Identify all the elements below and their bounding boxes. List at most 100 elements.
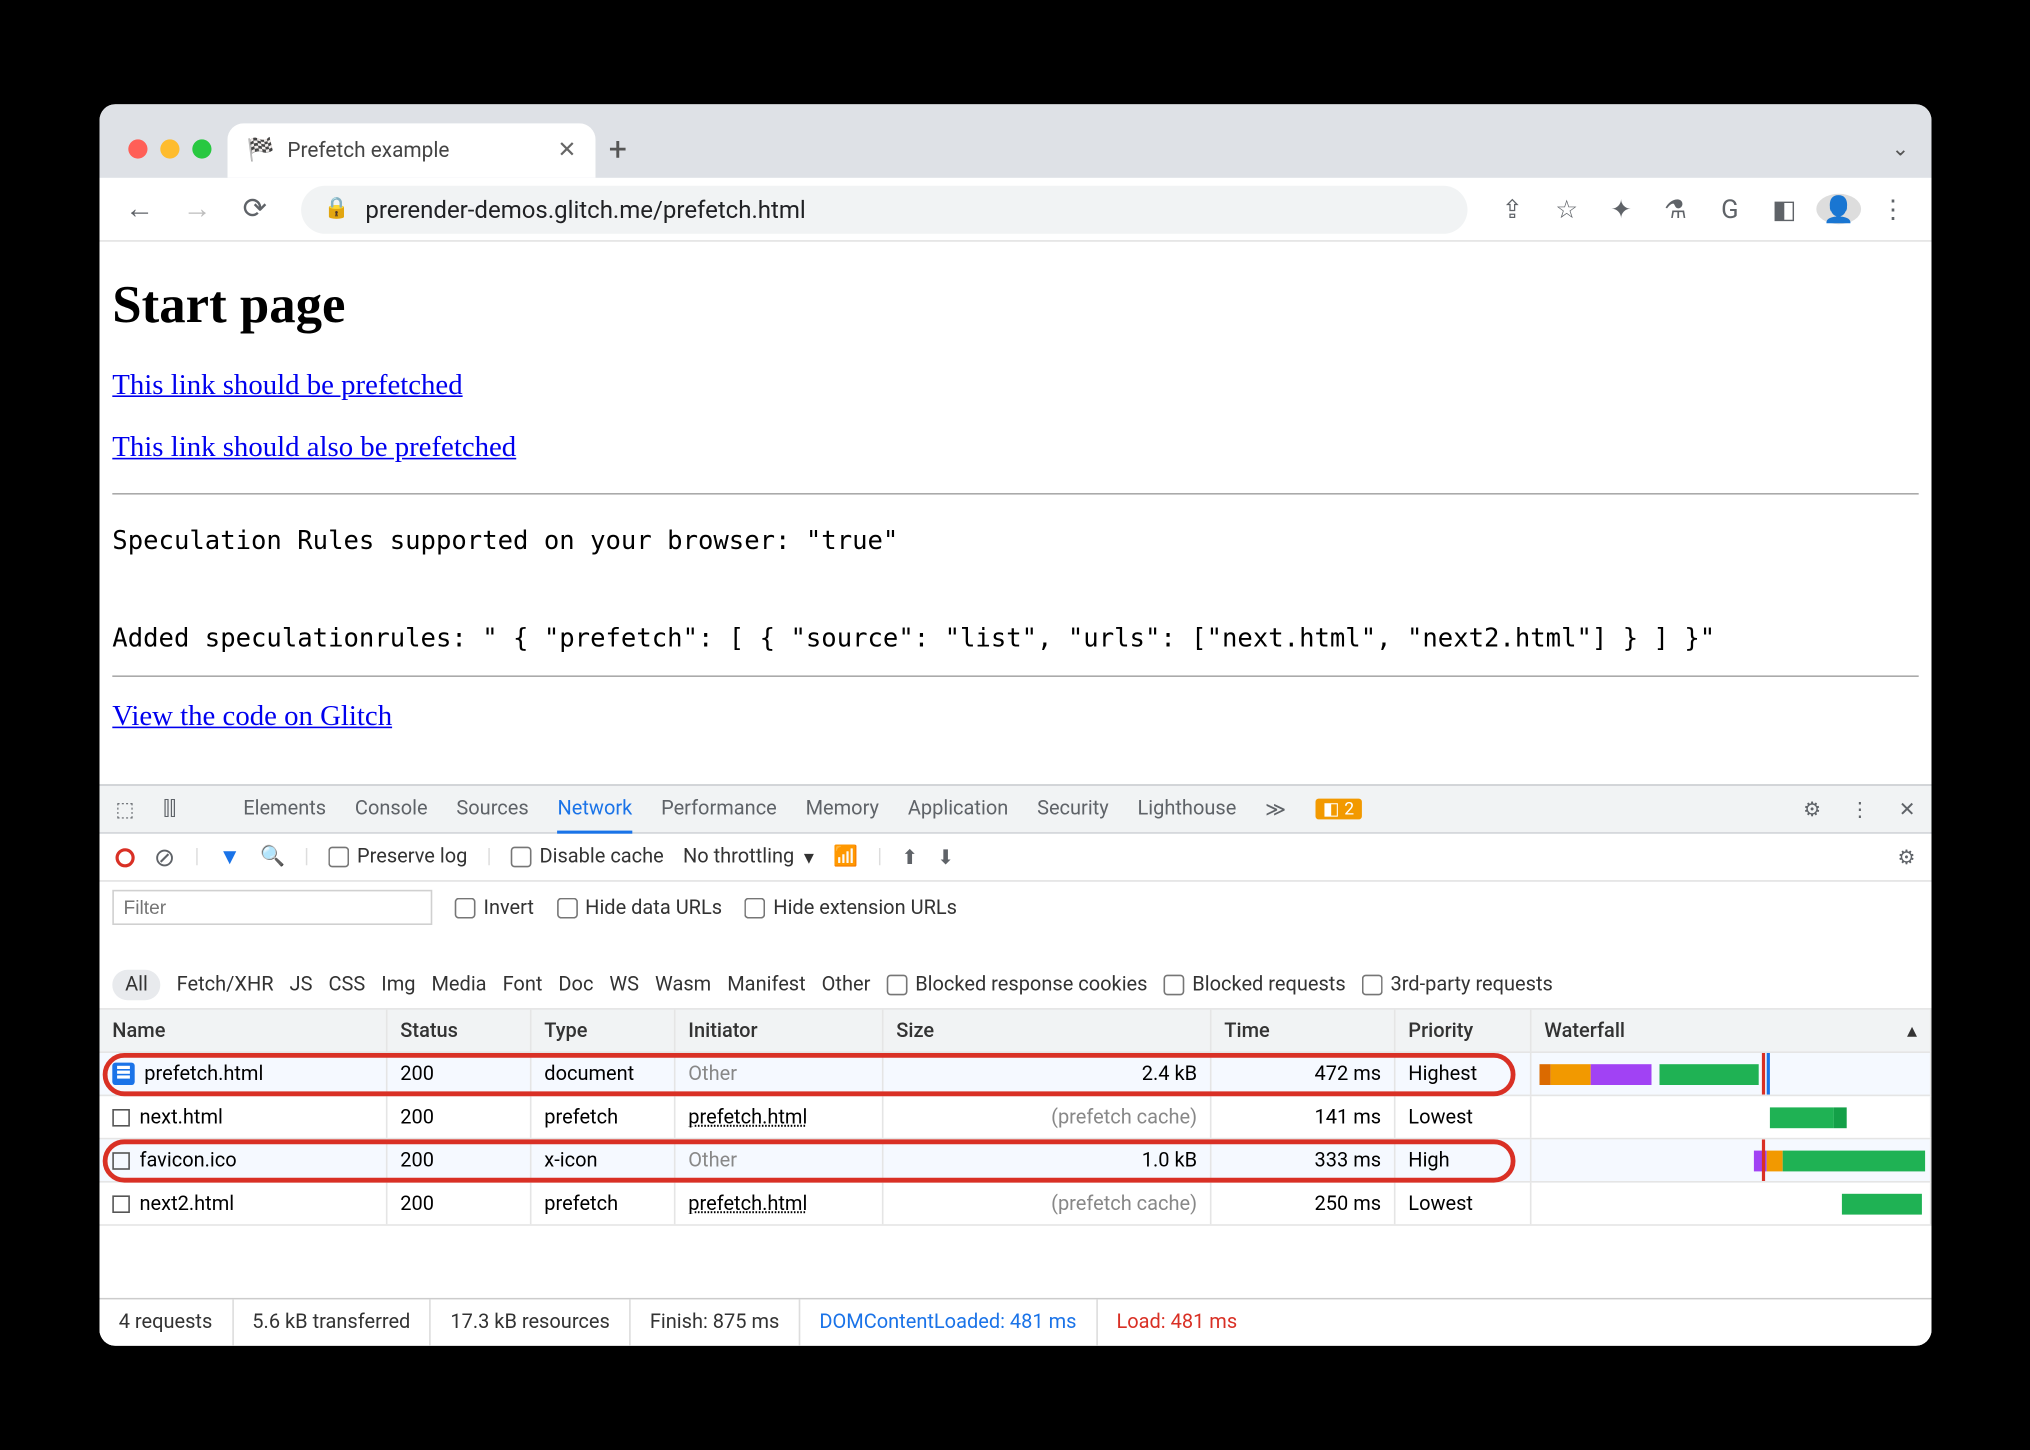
- maximize-window-button[interactable]: [192, 139, 211, 158]
- filter-js[interactable]: JS: [289, 973, 312, 997]
- cell-time: 472 ms: [1211, 1053, 1395, 1095]
- cell-status: 200: [387, 1096, 531, 1138]
- col-time[interactable]: Time: [1211, 1010, 1395, 1052]
- close-window-button[interactable]: [128, 139, 147, 158]
- cell-waterfall: [1531, 1183, 1931, 1225]
- tab-performance[interactable]: Performance: [661, 797, 777, 821]
- clear-button[interactable]: ⊘: [153, 842, 174, 872]
- hide-extension-urls-checkbox[interactable]: Hide extension URLs: [744, 896, 957, 920]
- preserve-log-checkbox[interactable]: Preserve log: [328, 845, 467, 869]
- tab-list-button[interactable]: ⌄: [1891, 138, 1908, 178]
- page-content: Start page This link should be prefetche…: [99, 242, 1931, 785]
- col-type[interactable]: Type: [531, 1010, 675, 1052]
- cell-initiator: Other: [688, 1062, 737, 1086]
- import-har-icon[interactable]: ⬆: [901, 844, 918, 870]
- glitch-link[interactable]: View the code on Glitch: [112, 700, 1918, 734]
- cell-initiator[interactable]: prefetch.html: [688, 1105, 807, 1129]
- filter-input[interactable]: [112, 890, 432, 925]
- divider: [112, 493, 1918, 495]
- filter-fetch[interactable]: Fetch/XHR: [176, 973, 273, 997]
- prefetch-link-1[interactable]: This link should be prefetched: [112, 368, 1918, 402]
- minimize-window-button[interactable]: [160, 139, 179, 158]
- network-row[interactable]: prefetch.html200documentOther2.4 kB472 m…: [99, 1053, 1931, 1096]
- tab-elements[interactable]: Elements: [243, 797, 326, 821]
- extensions-button[interactable]: ✦: [1598, 194, 1643, 224]
- close-devtools-button[interactable]: ✕: [1898, 796, 1915, 822]
- devtools-menu[interactable]: ⋮: [1849, 796, 1869, 822]
- inspect-icon[interactable]: ⬚: [115, 796, 134, 822]
- issues-badge[interactable]: ◧ 2: [1314, 799, 1361, 820]
- side-panel-button[interactable]: ◧: [1761, 194, 1806, 224]
- back-button[interactable]: ←: [115, 192, 163, 226]
- cell-time: 141 ms: [1211, 1096, 1395, 1138]
- blocked-cookies-checkbox[interactable]: Blocked response cookies: [886, 973, 1147, 997]
- cell-priority: Highest: [1395, 1053, 1531, 1095]
- new-tab-button[interactable]: +: [595, 130, 640, 178]
- tab-lighthouse[interactable]: Lighthouse: [1137, 797, 1236, 821]
- hide-data-urls-checkbox[interactable]: Hide data URLs: [556, 896, 722, 920]
- bookmark-button[interactable]: ☆: [1544, 194, 1589, 224]
- device-icon[interactable]: ⫿⫿: [163, 797, 176, 821]
- network-grid: Name Status Type Initiator Size Time Pri…: [99, 1010, 1931, 1298]
- filter-ws[interactable]: WS: [609, 973, 639, 997]
- cell-name: favicon.ico: [139, 1148, 236, 1172]
- tab-favicon: 🏁: [246, 138, 274, 164]
- prefetch-link-2[interactable]: This link should also be prefetched: [112, 431, 1918, 465]
- menu-button[interactable]: ⋮: [1870, 194, 1915, 224]
- filter-font[interactable]: Font: [502, 973, 542, 997]
- more-tabs-button[interactable]: ≫: [1265, 796, 1286, 822]
- network-conditions-icon[interactable]: 📶: [833, 845, 858, 869]
- cell-initiator[interactable]: prefetch.html: [688, 1192, 807, 1216]
- tab-security[interactable]: Security: [1037, 797, 1109, 821]
- filter-css[interactable]: CSS: [328, 973, 365, 997]
- tab-sources[interactable]: Sources: [456, 797, 528, 821]
- summary-finish: Finish: 875 ms: [630, 1299, 800, 1345]
- blocked-requests-checkbox[interactable]: Blocked requests: [1163, 973, 1345, 997]
- search-icon[interactable]: 🔍: [260, 845, 285, 869]
- filter-media[interactable]: Media: [431, 973, 486, 997]
- network-row[interactable]: next.html200prefetchprefetch.html(prefet…: [99, 1096, 1931, 1139]
- summary-dcl: DOMContentLoaded: 481 ms: [800, 1299, 1097, 1345]
- col-initiator[interactable]: Initiator: [675, 1010, 883, 1052]
- labs-button[interactable]: ⚗: [1653, 194, 1698, 224]
- tab-console[interactable]: Console: [354, 797, 427, 821]
- network-row[interactable]: next2.html200prefetchprefetch.html(prefe…: [99, 1183, 1931, 1226]
- grid-header: Name Status Type Initiator Size Time Pri…: [99, 1010, 1931, 1053]
- forward-button[interactable]: →: [173, 192, 221, 226]
- filter-other[interactable]: Other: [821, 973, 870, 997]
- network-settings-icon[interactable]: ⚙: [1897, 844, 1915, 870]
- network-row[interactable]: favicon.ico200x-iconOther1.0 kB333 msHig…: [99, 1140, 1931, 1183]
- filter-doc[interactable]: Doc: [558, 973, 593, 997]
- export-har-icon[interactable]: ⬇: [937, 844, 954, 870]
- throttling-select[interactable]: No throttling ▾: [682, 844, 813, 870]
- filter-manifest[interactable]: Manifest: [727, 973, 805, 997]
- cell-time: 250 ms: [1211, 1183, 1395, 1225]
- disable-cache-checkbox[interactable]: Disable cache: [510, 845, 663, 869]
- cell-size: (prefetch cache): [883, 1183, 1211, 1225]
- col-name[interactable]: Name: [99, 1010, 387, 1052]
- third-party-checkbox[interactable]: 3rd-party requests: [1361, 973, 1552, 997]
- col-status[interactable]: Status: [387, 1010, 531, 1052]
- filter-toggle[interactable]: ▼: [218, 844, 240, 871]
- record-button[interactable]: [115, 848, 134, 867]
- filter-img[interactable]: Img: [381, 973, 415, 997]
- invert-checkbox[interactable]: Invert: [454, 896, 533, 920]
- tab-application[interactable]: Application: [907, 797, 1007, 821]
- share-button[interactable]: ⇪: [1489, 194, 1534, 224]
- col-waterfall[interactable]: Waterfall▴: [1531, 1010, 1931, 1052]
- close-tab-button[interactable]: ✕: [557, 138, 576, 164]
- tab-memory[interactable]: Memory: [805, 797, 878, 821]
- settings-icon[interactable]: ⚙: [1803, 796, 1821, 822]
- reload-button[interactable]: ⟳: [230, 192, 278, 226]
- tab-network[interactable]: Network: [557, 796, 632, 833]
- col-size[interactable]: Size: [883, 1010, 1211, 1052]
- profile-button[interactable]: 👤: [1816, 194, 1861, 224]
- filter-wasm[interactable]: Wasm: [655, 973, 711, 997]
- google-button[interactable]: G: [1707, 194, 1752, 224]
- url-text: prerender-demos.glitch.me/prefetch.html: [365, 195, 805, 224]
- file-icon: [112, 1152, 130, 1170]
- browser-tab[interactable]: 🏁 Prefetch example ✕: [227, 123, 595, 177]
- address-bar[interactable]: 🔒 prerender-demos.glitch.me/prefetch.htm…: [301, 185, 1467, 233]
- col-priority[interactable]: Priority: [1395, 1010, 1531, 1052]
- filter-all[interactable]: All: [112, 970, 160, 1000]
